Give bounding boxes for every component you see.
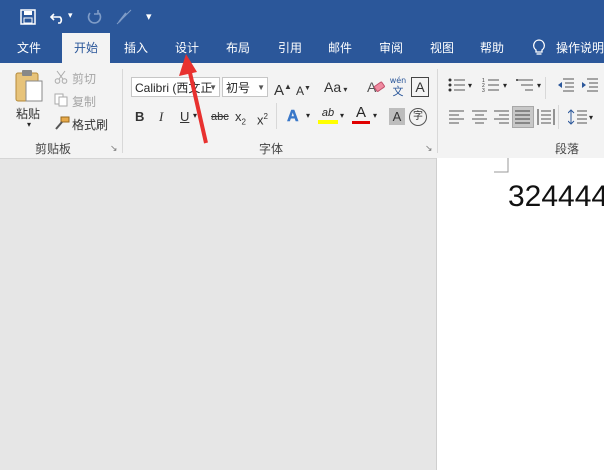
align-right-icon[interactable] — [494, 110, 510, 127]
tab-file[interactable]: 文件 — [8, 33, 50, 63]
group-separator — [122, 69, 123, 153]
line-spacing-icon[interactable] — [567, 109, 588, 128]
highlight-dropdown-icon[interactable]: ▾ — [340, 111, 344, 120]
multilevel-dropdown-icon[interactable]: ▾ — [537, 81, 541, 90]
numbering-dropdown-icon[interactable]: ▾ — [503, 81, 507, 90]
subscript-mark: 2 — [241, 117, 246, 127]
redo-icon[interactable] — [86, 0, 102, 36]
tab-home[interactable]: 开始 — [62, 33, 110, 63]
font-dialog-launcher-icon[interactable]: ↘ — [425, 144, 433, 154]
svg-text:3: 3 — [482, 88, 485, 93]
font-color-glyph: A — [355, 104, 366, 121]
format-painter-button[interactable]: 格式刷 — [72, 116, 108, 133]
font-size-value: 初号 — [226, 81, 251, 95]
document-text[interactable]: 324444 — [508, 180, 604, 214]
inner-separator — [558, 105, 559, 129]
paragraph-group-label: 段落 — [555, 142, 580, 156]
customize-qat-icon[interactable]: ▾ — [146, 0, 152, 33]
increase-indent-icon[interactable] — [581, 77, 599, 96]
cut-button[interactable]: 剪切 — [72, 70, 96, 87]
format-painter-icon — [54, 116, 70, 133]
line-spacing-dropdown-icon[interactable]: ▾ — [589, 113, 593, 122]
tab-insert[interactable]: 插入 — [116, 33, 156, 63]
grow-font-glyph: A — [274, 82, 285, 99]
subscript-button[interactable]: x2 — [235, 107, 246, 133]
font-group-label: 字体 — [259, 142, 284, 156]
chevron-down-icon: ▼ — [257, 83, 265, 92]
superscript-button[interactable]: x2 — [257, 107, 268, 130]
highlight-button[interactable]: ab — [318, 105, 338, 124]
tab-review[interactable]: 审阅 — [371, 33, 411, 63]
justify-icon — [515, 110, 530, 124]
clipboard-dialog-launcher-icon[interactable]: ↘ — [110, 144, 118, 154]
shrink-font-glyph: A — [296, 84, 305, 98]
numbering-icon[interactable]: 123 — [482, 77, 500, 96]
paste-icon[interactable] — [14, 69, 48, 103]
shrink-font-button[interactable]: A▼ — [296, 79, 311, 101]
inner-separator — [545, 77, 546, 99]
undo-dropdown-icon[interactable]: ▾ — [68, 0, 73, 33]
tab-view[interactable]: 视图 — [422, 33, 462, 63]
inner-separator — [276, 103, 277, 129]
clear-formatting-icon[interactable]: A — [367, 79, 385, 98]
enclose-characters-button[interactable]: 字 — [409, 108, 427, 126]
multilevel-list-icon[interactable] — [516, 77, 534, 96]
text-effects-dropdown-icon[interactable]: ▾ — [306, 111, 310, 120]
group-separator — [437, 69, 438, 153]
distributed-icon[interactable] — [537, 108, 555, 129]
highlight-color-bar — [318, 120, 338, 124]
change-case-button[interactable]: Aa ▾ — [324, 77, 347, 100]
lightbulb-icon[interactable] — [532, 39, 546, 60]
font-color-button[interactable]: A — [352, 105, 370, 124]
superscript-mark: 2 — [263, 112, 268, 121]
bold-button[interactable]: B — [135, 107, 144, 127]
ribbon-home: 粘贴 ▾ 剪切 复制 格式刷 剪贴板 ↘ Calibri (西文正 ▼ 初号 ▼… — [0, 63, 604, 159]
italic-button[interactable]: I — [159, 107, 163, 127]
character-shading-button[interactable]: A — [389, 108, 405, 125]
scissors-icon — [54, 70, 68, 87]
grow-font-button[interactable]: A▲ — [274, 77, 292, 101]
touch-mode-icon[interactable] — [116, 0, 132, 36]
undo-icon[interactable] — [49, 0, 66, 36]
paste-dropdown-icon[interactable]: ▾ — [27, 120, 31, 129]
save-icon[interactable] — [20, 0, 36, 36]
margin-corner-mark — [494, 158, 509, 173]
tell-me-box[interactable]: 操作说明 — [556, 33, 604, 63]
tab-help[interactable]: 帮助 — [472, 33, 512, 63]
phonetic-bottom: 文 — [392, 85, 404, 98]
tab-mailings[interactable]: 邮件 — [320, 33, 360, 63]
ribbon-tabs: 文件 开始 插入 设计 布局 引用 邮件 审阅 视图 帮助 操作说明 — [0, 33, 604, 63]
text-effects-button[interactable]: A — [287, 107, 299, 127]
change-case-glyph: Aa — [324, 79, 342, 95]
copy-button[interactable]: 复制 — [72, 93, 96, 110]
tab-references[interactable]: 引用 — [270, 33, 310, 63]
font-size-combo[interactable]: 初号 ▼ — [222, 77, 268, 97]
highlight-glyph: ab — [321, 107, 335, 119]
decrease-indent-icon[interactable] — [557, 77, 575, 96]
copy-icon — [54, 93, 68, 110]
phonetic-guide-button[interactable]: wén 文 — [389, 75, 407, 97]
font-color-dropdown-icon[interactable]: ▾ — [373, 111, 377, 120]
clipboard-group-label: 剪贴板 — [35, 142, 72, 156]
tab-layout[interactable]: 布局 — [218, 33, 258, 63]
annotation-arrow — [179, 54, 208, 144]
title-bar: ▾ ▾ — [0, 0, 604, 33]
justify-button[interactable] — [512, 106, 534, 128]
character-border-button[interactable]: A — [411, 77, 429, 97]
bullets-dropdown-icon[interactable]: ▾ — [468, 81, 472, 90]
bullets-icon[interactable] — [448, 77, 466, 96]
font-color-bar — [352, 121, 370, 124]
align-center-icon[interactable] — [472, 110, 488, 127]
align-left-icon[interactable] — [449, 110, 465, 127]
